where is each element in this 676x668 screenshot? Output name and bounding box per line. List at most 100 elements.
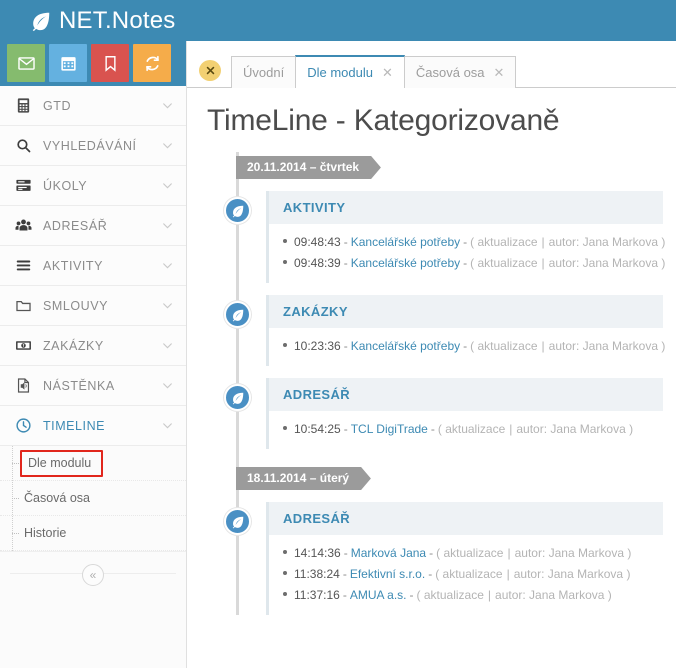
module-entries: 10:54:25 - TCL DigiTrade - ( aktualizace…	[269, 411, 663, 449]
timeline-entry: 10:23:36 - Kancelářské potřeby - ( aktua…	[283, 336, 666, 357]
module-entries: 09:48:43 - Kancelářské potřeby - ( aktua…	[269, 224, 666, 283]
sidebar-item-nastenka[interactable]: NÁSTĚNKA	[0, 366, 186, 406]
entry-time: 14:14:36	[294, 546, 341, 560]
entry-link[interactable]: Efektivní s.r.o.	[350, 564, 425, 585]
sidebar-item-aktivity[interactable]: AKTIVITY	[0, 246, 186, 286]
sidebar-item-vyhledavani[interactable]: VYHLEDÁVÁNÍ	[0, 126, 186, 166]
sidebar-item-historie[interactable]: Historie	[0, 516, 186, 551]
users-icon	[12, 216, 34, 236]
sidebar-nav: GTD VYHLEDÁVÁNÍ ÚKOLY ADRESÁŘ AKTIVITY S…	[0, 86, 186, 597]
entry-separator: -	[463, 235, 468, 249]
entry-meta: ( aktualizace | autor: Jana Markova )	[470, 256, 666, 270]
tab-casova-osa[interactable]: Časová osa ✕	[403, 56, 517, 88]
timeline-entry: 09:48:39 - Kancelářské potřeby - ( aktua…	[283, 253, 666, 274]
bullet-icon	[283, 260, 287, 264]
bullet-icon	[283, 239, 287, 243]
tree-branch	[12, 463, 19, 464]
sidebar-item-casova-osa[interactable]: Časová osa	[0, 481, 186, 516]
entry-separator: -	[343, 339, 348, 353]
entry-link[interactable]: Kancelářské potřeby	[351, 232, 460, 253]
timeline-module: AKTIVITY 09:48:43 - Kancelářské potřeby …	[187, 191, 676, 283]
entry-meta: ( aktualizace | autor: Jana Markova )	[435, 567, 631, 581]
content-area: Úvodní Dle modulu ✕ Časová osa ✕ TimeLin…	[187, 41, 676, 668]
timeline-entry: 14:14:36 - Marková Jana - ( aktualizace |…	[283, 543, 663, 564]
timeline-module: ADRESÁŘ 14:14:36 - Marková Jana - ( aktu…	[187, 502, 676, 615]
calendar-button[interactable]	[49, 44, 87, 82]
entry-time: 11:38:24	[294, 567, 340, 581]
bookmark-button[interactable]	[91, 44, 129, 82]
app-title: NET.Notes	[59, 6, 176, 34]
bullet-icon	[283, 592, 287, 596]
sidebar-item-ukoly[interactable]: ÚKOLY	[0, 166, 186, 206]
module-title: ADRESÁŘ	[269, 378, 663, 411]
close-icon[interactable]: ✕	[494, 66, 505, 79]
leaf-icon	[224, 384, 251, 411]
chevron-down-icon[interactable]	[161, 219, 174, 232]
collapse-sidebar-button[interactable]: «	[82, 563, 104, 586]
bullet-icon	[283, 343, 287, 347]
bullet-icon	[283, 571, 287, 575]
timeline-entry: 10:54:25 - TCL DigiTrade - ( aktualizace…	[283, 419, 663, 440]
chevron-down-icon[interactable]	[161, 259, 174, 272]
tab-uvodni[interactable]: Úvodní	[231, 56, 297, 88]
tab-label: Časová osa	[415, 65, 485, 80]
module-entries: 10:23:36 - Kancelářské potřeby - ( aktua…	[269, 328, 666, 366]
sidebar-item-label: ZAKÁZKY	[43, 338, 104, 353]
chevron-down-icon[interactable]	[161, 179, 174, 192]
sidebar-item-gtd[interactable]: GTD	[0, 86, 186, 126]
money-icon	[12, 336, 34, 356]
entry-link[interactable]: AMUA a.s.	[350, 585, 407, 606]
entry-meta: ( aktualizace | autor: Jana Markova )	[436, 546, 632, 560]
entry-separator: -	[430, 422, 435, 436]
close-icon[interactable]: ✕	[382, 66, 393, 79]
chevron-down-icon[interactable]	[161, 339, 174, 352]
close-all-tabs-button[interactable]	[199, 60, 221, 81]
sidebar-item-dle-modulu[interactable]: Dle modulu	[0, 446, 186, 481]
module-box: AKTIVITY 09:48:43 - Kancelářské potřeby …	[266, 191, 666, 283]
page-title: TimeLine - Kategorizovaně	[207, 104, 560, 137]
tab-label: Dle modulu	[307, 65, 373, 80]
chevron-down-icon[interactable]	[161, 99, 174, 112]
leaf-icon	[224, 197, 251, 224]
module-title: ZAKÁZKY	[269, 295, 663, 328]
refresh-icon[interactable]	[133, 44, 171, 82]
entry-time: 10:54:25	[294, 422, 341, 436]
sidebar-subitem-label: Historie	[24, 526, 67, 540]
entry-separator: -	[463, 339, 468, 353]
chevron-down-icon[interactable]	[161, 299, 174, 312]
entry-time: 10:23:36	[294, 339, 341, 353]
chevron-down-icon[interactable]	[161, 379, 174, 392]
sidebar-item-label: NÁSTĚNKA	[43, 378, 115, 393]
entry-link[interactable]: TCL DigiTrade	[351, 419, 428, 440]
entry-separator: -	[428, 567, 433, 581]
chevron-down-icon[interactable]	[161, 139, 174, 152]
entry-link[interactable]: Kancelářské potřeby	[351, 253, 460, 274]
highlight-box: Dle modulu	[20, 449, 104, 477]
app-header: NET.Notes	[0, 0, 676, 41]
timeline-date-ribbon: 20.11.2014 – čtvrtek	[236, 156, 386, 179]
sidebar-subitem-label: Časová osa	[24, 491, 91, 505]
search-icon	[12, 136, 34, 156]
entry-link[interactable]: Marková Jana	[351, 543, 426, 564]
sidebar-item-timeline[interactable]: TIMELINE	[0, 406, 186, 446]
entry-meta: ( aktualizace | autor: Jana Markova )	[470, 339, 666, 353]
sidebar-item-smlouvy[interactable]: SMLOUVY	[0, 286, 186, 326]
entry-link[interactable]: Kancelářské potřeby	[351, 336, 460, 357]
sidebar-item-zakazky[interactable]: ZAKÁZKY	[0, 326, 186, 366]
entry-meta: ( aktualizace | autor: Jana Markova )	[437, 422, 634, 436]
entry-separator: -	[342, 588, 347, 602]
sidebar-item-label: AKTIVITY	[43, 258, 103, 273]
sidebar-item-label: ADRESÁŘ	[43, 218, 108, 233]
sidebar-item-label: ÚKOLY	[43, 178, 88, 193]
sidebar-item-label: SMLOUVY	[43, 298, 108, 313]
sidebar-collapse-row: «	[0, 551, 186, 597]
timeline-date-ribbon: 18.11.2014 – úterý	[236, 467, 376, 490]
mail-button[interactable]	[7, 44, 45, 82]
sidebar-item-adresar[interactable]: ADRESÁŘ	[0, 206, 186, 246]
timeline-module: ZAKÁZKY 10:23:36 - Kancelářské potřeby -…	[187, 295, 676, 366]
entry-time: 09:48:43	[294, 235, 341, 249]
tab-dle-modulu[interactable]: Dle modulu ✕	[295, 55, 405, 89]
entry-time: 11:37:16	[294, 588, 340, 602]
chevron-down-icon[interactable]	[161, 419, 174, 432]
module-box: ADRESÁŘ 10:54:25 - TCL DigiTrade - ( akt…	[266, 378, 663, 449]
